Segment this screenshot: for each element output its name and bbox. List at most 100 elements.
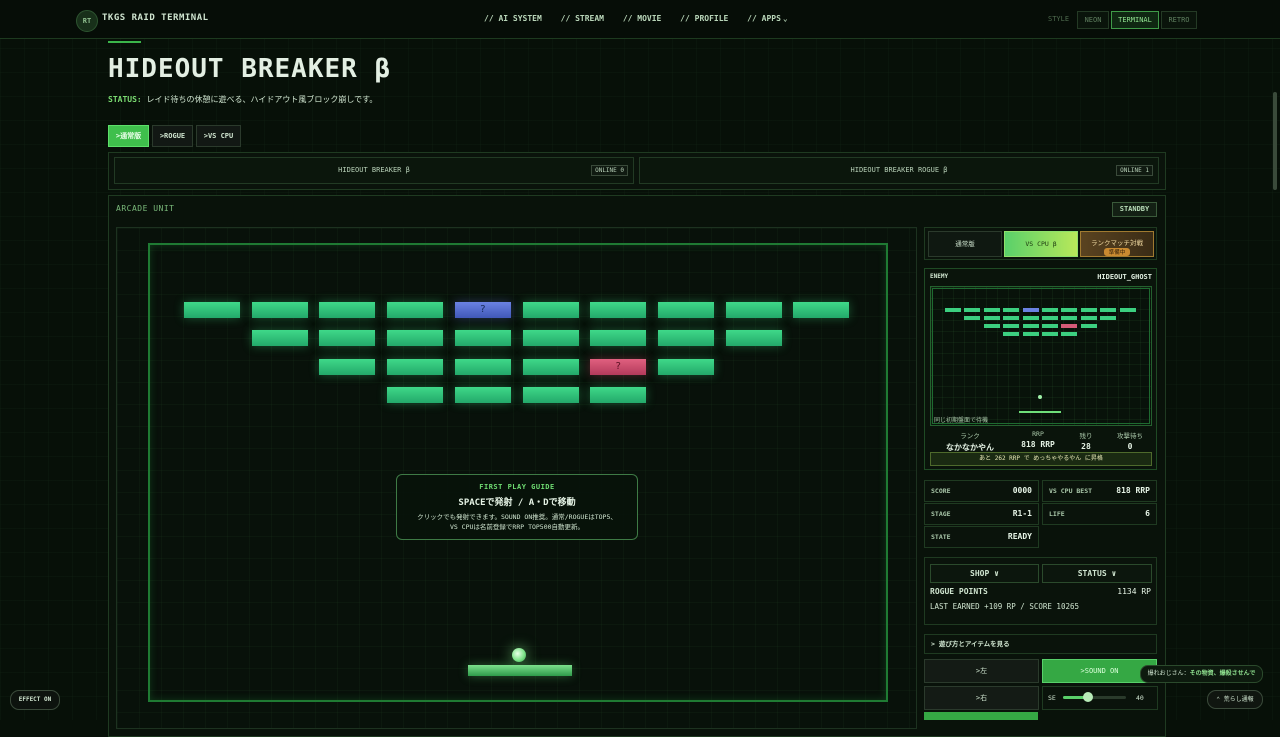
start-button[interactable]: [924, 712, 1038, 720]
style-neon-button[interactable]: NEON: [1077, 11, 1109, 29]
stat-label: VS CPU BEST: [1049, 487, 1093, 495]
mystery-brick: ?: [590, 358, 647, 375]
brick: [184, 302, 240, 318]
tab-vs-cpu[interactable]: VS CPU β: [1004, 231, 1078, 257]
brick: [387, 330, 444, 347]
nav-stream[interactable]: // STREAM: [561, 14, 604, 23]
score-box: SCORE 0000: [924, 480, 1039, 502]
online-card-rogue[interactable]: HIDEOUT BREAKER ROGUE β ONLINE 1: [639, 157, 1159, 184]
logo-badge[interactable]: RT: [76, 10, 98, 32]
move-left-button[interactable]: >左: [924, 659, 1039, 683]
minimap-brick: [1003, 324, 1020, 328]
brick: [657, 302, 714, 318]
report-button[interactable]: ⌃ 荒らし通報: [1207, 690, 1263, 709]
minimap-brick: [1022, 308, 1039, 312]
nav-ai-system[interactable]: // AI SYSTEM: [484, 14, 542, 23]
brick: [319, 358, 376, 375]
minimap-brick: [1080, 316, 1097, 320]
nav-apps[interactable]: // APPS ⌄: [747, 14, 788, 23]
stat-value: 6: [1145, 509, 1150, 518]
brick: [522, 330, 579, 347]
minimap-brick: [1100, 316, 1117, 320]
rank-progress-bar: あと 262 RRP で めっちゃやるやん に昇格: [930, 452, 1152, 466]
howto-label: > 遊び方とアイテムを見る: [931, 640, 1010, 648]
life-box: LIFE 6: [1042, 503, 1157, 525]
se-label: SE: [1048, 694, 1056, 702]
brick: [319, 302, 376, 318]
page-title: HIDEOUT BREAKER β: [108, 54, 392, 84]
nav-apps-label: // APPS: [747, 14, 781, 23]
minimap-brick: [1061, 324, 1078, 328]
stat-label: 攻撃待ち: [1117, 432, 1143, 440]
style-retro-button[interactable]: RETRO: [1161, 11, 1197, 29]
minimap-brick: [1080, 308, 1097, 312]
status-label: STATUS:: [108, 95, 142, 104]
style-label: STYLE: [1048, 15, 1070, 23]
guide-controls: SPACEで発射 / A・Dで移動: [458, 498, 576, 508]
enemy-rank-stat: ランク なかなかやん: [944, 430, 996, 453]
enemy-remaining-stat: 残り 28: [1072, 430, 1100, 451]
nav-movie[interactable]: // MOVIE: [623, 14, 662, 23]
minimap-brick: [1080, 324, 1097, 328]
stat-label: ランク: [960, 432, 980, 440]
shop-toggle-button[interactable]: SHOP ∨: [930, 564, 1039, 583]
ball: [512, 648, 526, 662]
chat-toast[interactable]: 爆れおじさん：その物資、爆殺させんで: [1140, 665, 1263, 683]
stat-value: 818 RRP: [1021, 440, 1055, 449]
nav-profile[interactable]: // PROFILE: [680, 14, 728, 23]
mode-normal-button[interactable]: >通常版: [108, 125, 149, 147]
howto-toggle[interactable]: > 遊び方とアイテムを見る: [924, 634, 1157, 654]
minimap-brick: [1100, 308, 1117, 312]
minimap-brick: [1042, 316, 1058, 320]
mode-vs-cpu-button[interactable]: >VS CPU: [196, 125, 241, 147]
brick: [387, 302, 444, 318]
mode-rogue-button[interactable]: >ROGUE: [152, 125, 193, 147]
online-card-name: HIDEOUT BREAKER ROGUE β: [850, 166, 948, 174]
rogue-points-label: ROGUE POINTS: [930, 587, 988, 596]
brick: [793, 302, 850, 318]
state-box: STATE READY: [924, 526, 1039, 548]
minimap-brick: [1042, 332, 1058, 336]
stat-value: 0000: [1012, 486, 1032, 495]
enemy-attack-stat: 攻撃待ち 0: [1112, 430, 1148, 451]
paddle[interactable]: [468, 665, 572, 676]
minimap-ball: [1038, 395, 1042, 399]
brick: [522, 386, 579, 403]
minimap-brick: [964, 316, 981, 320]
stat-label: LIFE: [1049, 510, 1065, 518]
stat-label: STAGE: [931, 510, 951, 518]
status-badge: STANDBY: [1112, 202, 1157, 217]
brick: [387, 358, 444, 375]
minimap-brick: [1003, 316, 1020, 320]
enemy-label: ENEMY: [930, 273, 949, 280]
stat-value: R1-1: [1012, 509, 1032, 518]
style-terminal-button[interactable]: TERMINAL: [1111, 11, 1159, 29]
scrollbar[interactable]: [1273, 92, 1277, 190]
site-name[interactable]: TKGS RAID TERMINAL: [102, 13, 209, 23]
online-card-breaker[interactable]: HIDEOUT BREAKER β ONLINE 0: [114, 157, 634, 184]
vs-cpu-best-box: VS CPU BEST 818 RRP: [1042, 480, 1157, 502]
guide-heading: FIRST PLAY GUIDE: [479, 483, 555, 491]
minimap-brick: [1061, 332, 1078, 336]
brick: [590, 302, 647, 318]
tab-rank-match[interactable]: ランクマッチ対戦 準備中: [1080, 231, 1154, 257]
move-right-button[interactable]: >右: [924, 686, 1039, 710]
first-play-guide: FIRST PLAY GUIDE SPACEで発射 / A・Dで移動 クリックで…: [396, 474, 638, 540]
tab-normal[interactable]: 通常版: [928, 231, 1002, 257]
status-toggle-button[interactable]: STATUS ∨: [1042, 564, 1152, 583]
brick: [590, 386, 647, 403]
se-value: 40: [1136, 694, 1144, 702]
minimap-brick: [1003, 332, 1020, 336]
stat-value: 818 RRP: [1116, 486, 1150, 495]
rank-match-label: ランクマッチ対戦: [1091, 239, 1143, 247]
last-earned-text: LAST EARNED +109 RP / SCORE 10265: [930, 602, 1080, 611]
coming-soon-badge: 準備中: [1104, 248, 1130, 256]
minimap-brick: [1003, 308, 1020, 312]
title-accent-line: [108, 41, 141, 43]
minimap-paddle: [1019, 411, 1061, 413]
brick: [590, 330, 647, 347]
effect-toggle-button[interactable]: EFFECT ON: [10, 690, 60, 710]
online-card-name: HIDEOUT BREAKER β: [338, 166, 410, 174]
stat-value: 28: [1081, 442, 1091, 451]
brick: [522, 358, 579, 375]
